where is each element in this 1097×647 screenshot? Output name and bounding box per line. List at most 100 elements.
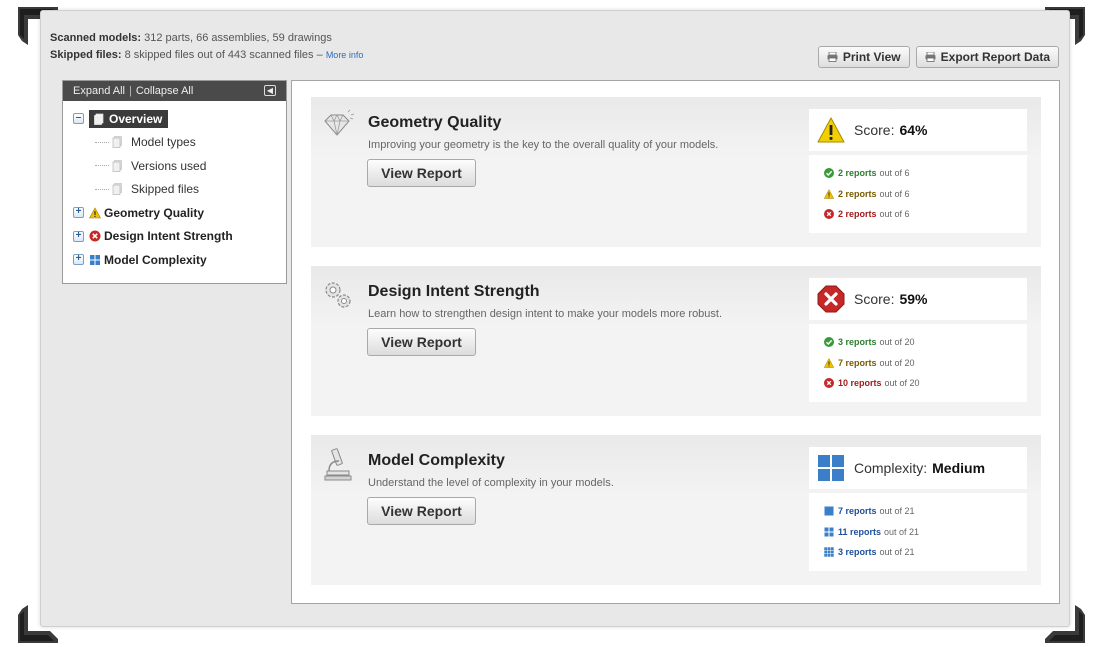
report-total: out of 21 [884, 526, 920, 537]
tree-item-overview-label: Overview [109, 111, 163, 126]
report-total: out of 20 [884, 378, 920, 389]
report-total: out of 6 [879, 168, 910, 179]
report-count[interactable]: 3 reports [838, 547, 877, 557]
error-icon [89, 230, 101, 242]
design-intent-strength-score-box: Score: 59% [809, 278, 1027, 320]
design-intent-strength-score-value: 59% [899, 291, 928, 307]
more-info-link[interactable]: More info [326, 50, 364, 60]
geometry-quality-title: Geometry Quality [368, 114, 502, 131]
complexity-grid-icon [818, 455, 844, 481]
plus-icon[interactable]: + [73, 254, 84, 266]
tree-header: Expand All | Collapse All ◀ [63, 81, 286, 101]
document-icon [112, 136, 122, 149]
printer-icon [925, 52, 936, 62]
tree-item-geometry-quality[interactable]: + Geometry Quality [73, 201, 286, 225]
complexity-grid-icon [90, 254, 100, 265]
report-toolbar: Print View Export Report Data [817, 46, 1059, 68]
document-icon [112, 183, 122, 196]
report-count-pass: 3 reports out of 20 [824, 332, 1027, 353]
design-intent-strength-title: Design Intent Strength [368, 283, 540, 300]
report-total: out of 20 [879, 337, 915, 348]
geometry-quality-score-box: Score: 64% [809, 109, 1027, 151]
error-octagon-icon [817, 285, 845, 313]
tree-item-design-intent-strength[interactable]: + Design Intent Strength [73, 225, 286, 249]
tree-item-skipped-files-label: Skipped files [131, 182, 200, 197]
report-count[interactable]: 3 reports [838, 337, 877, 347]
check-icon [824, 168, 834, 179]
diamond-icon [324, 109, 355, 136]
report-total: out of 21 [879, 547, 915, 558]
report-count-low: 7 reports out of 21 [824, 501, 1027, 522]
skipped-files-line: Skipped files: 8 skipped files out of 44… [50, 47, 363, 64]
report-count[interactable]: 2 reports [838, 209, 877, 219]
warning-icon [824, 357, 834, 368]
tree-item-design-intent-strength-label: Design Intent Strength [104, 229, 233, 244]
tree-item-skipped-files[interactable]: Skipped files [73, 178, 286, 202]
report-count[interactable]: 2 reports [838, 189, 877, 199]
single-square-icon [824, 506, 834, 516]
expand-all-link[interactable]: Expand All [73, 85, 125, 97]
collapse-panel-icon[interactable]: ◀ [264, 85, 276, 96]
tree-item-versions-used[interactable]: Versions used [73, 154, 286, 178]
microscope-icon [324, 448, 352, 481]
tree-item-model-types[interactable]: Model types [73, 131, 286, 155]
print-view-button[interactable]: Print View [817, 46, 910, 68]
four-square-grid-icon [824, 527, 834, 537]
skipped-files-dash: – [316, 49, 323, 61]
model-complexity-score-box: Complexity: Medium [809, 447, 1027, 489]
printer-icon [827, 52, 838, 62]
export-report-data-button[interactable]: Export Report Data [915, 46, 1059, 68]
nine-square-grid-icon [824, 547, 834, 557]
print-view-label: Print View [842, 50, 901, 64]
design-intent-strength-view-report-button[interactable]: View Report [367, 328, 476, 356]
plus-icon[interactable]: + [73, 207, 84, 219]
report-count-medium: 11 reports out of 21 [824, 522, 1027, 543]
geometry-quality-description: Improving your geometry is the key to th… [368, 139, 719, 151]
tree-item-geometry-quality-label: Geometry Quality [104, 205, 205, 220]
tree-header-separator: | [128, 85, 132, 97]
report-count-warning: 7 reports out of 20 [824, 353, 1027, 374]
report-total: out of 20 [879, 357, 915, 368]
plus-icon[interactable]: + [73, 230, 84, 242]
report-count[interactable]: 11 reports [838, 527, 881, 537]
warning-icon [817, 117, 845, 143]
geometry-quality-report-breakdown: 2 reports out of 6 2 reports out of 6 2 … [809, 155, 1027, 233]
warning-icon [89, 207, 101, 219]
overview-panel: Geometry Quality Improving your geometry… [291, 80, 1060, 604]
report-total: out of 6 [879, 209, 910, 220]
model-complexity-report-breakdown: 7 reports out of 21 11 reports out of 21… [809, 493, 1027, 571]
document-stack-icon [94, 113, 104, 125]
export-report-data-label: Export Report Data [940, 50, 1050, 64]
report-count[interactable]: 7 reports [838, 506, 877, 516]
tree-item-versions-used-label: Versions used [131, 158, 207, 173]
geometry-quality-score-label: Score: [854, 122, 895, 138]
scanned-models-value: 312 parts, 66 assemblies, 59 drawings [144, 32, 332, 44]
minus-icon[interactable]: – [73, 113, 84, 125]
tree-item-overview[interactable]: – Overview [73, 107, 286, 131]
collapse-all-link[interactable]: Collapse All [136, 85, 193, 97]
report-count[interactable]: 10 reports [838, 378, 882, 388]
report-count[interactable]: 2 reports [838, 168, 877, 178]
navigation-tree: Expand All | Collapse All ◀ – Overview M… [62, 80, 287, 284]
report-count-pass: 2 reports out of 6 [824, 163, 1027, 184]
overview-chip[interactable]: Overview [89, 109, 169, 128]
scanned-models-line: Scanned models: 312 parts, 66 assemblies… [50, 30, 363, 47]
skipped-files-label: Skipped files: [50, 49, 122, 61]
report-count[interactable]: 7 reports [838, 358, 877, 368]
tree-item-model-types-label: Model types [131, 135, 196, 150]
scanned-models-label: Scanned models: [50, 32, 142, 44]
design-intent-strength-description: Learn how to strengthen design intent to… [368, 308, 723, 320]
model-complexity-label: Complexity: [854, 460, 928, 476]
tree-item-model-complexity[interactable]: + Model Complexity [73, 248, 286, 272]
design-intent-strength-report-breakdown: 3 reports out of 20 7 reports out of 20 … [809, 324, 1027, 402]
model-complexity-view-report-button[interactable]: View Report [367, 497, 476, 525]
design-intent-strength-card: Design Intent Strength Learn how to stre… [311, 266, 1041, 416]
geometry-quality-view-report-button[interactable]: View Report [367, 159, 476, 187]
report-count-fail: 10 reports out of 20 [824, 373, 1027, 394]
model-complexity-title: Model Complexity [368, 452, 505, 469]
report-count-fail: 2 reports out of 6 [824, 204, 1027, 225]
report-count-high: 3 reports out of 21 [824, 542, 1027, 563]
model-complexity-description: Understand the level of complexity in yo… [368, 477, 614, 489]
document-icon [112, 159, 122, 172]
check-icon [824, 337, 834, 348]
